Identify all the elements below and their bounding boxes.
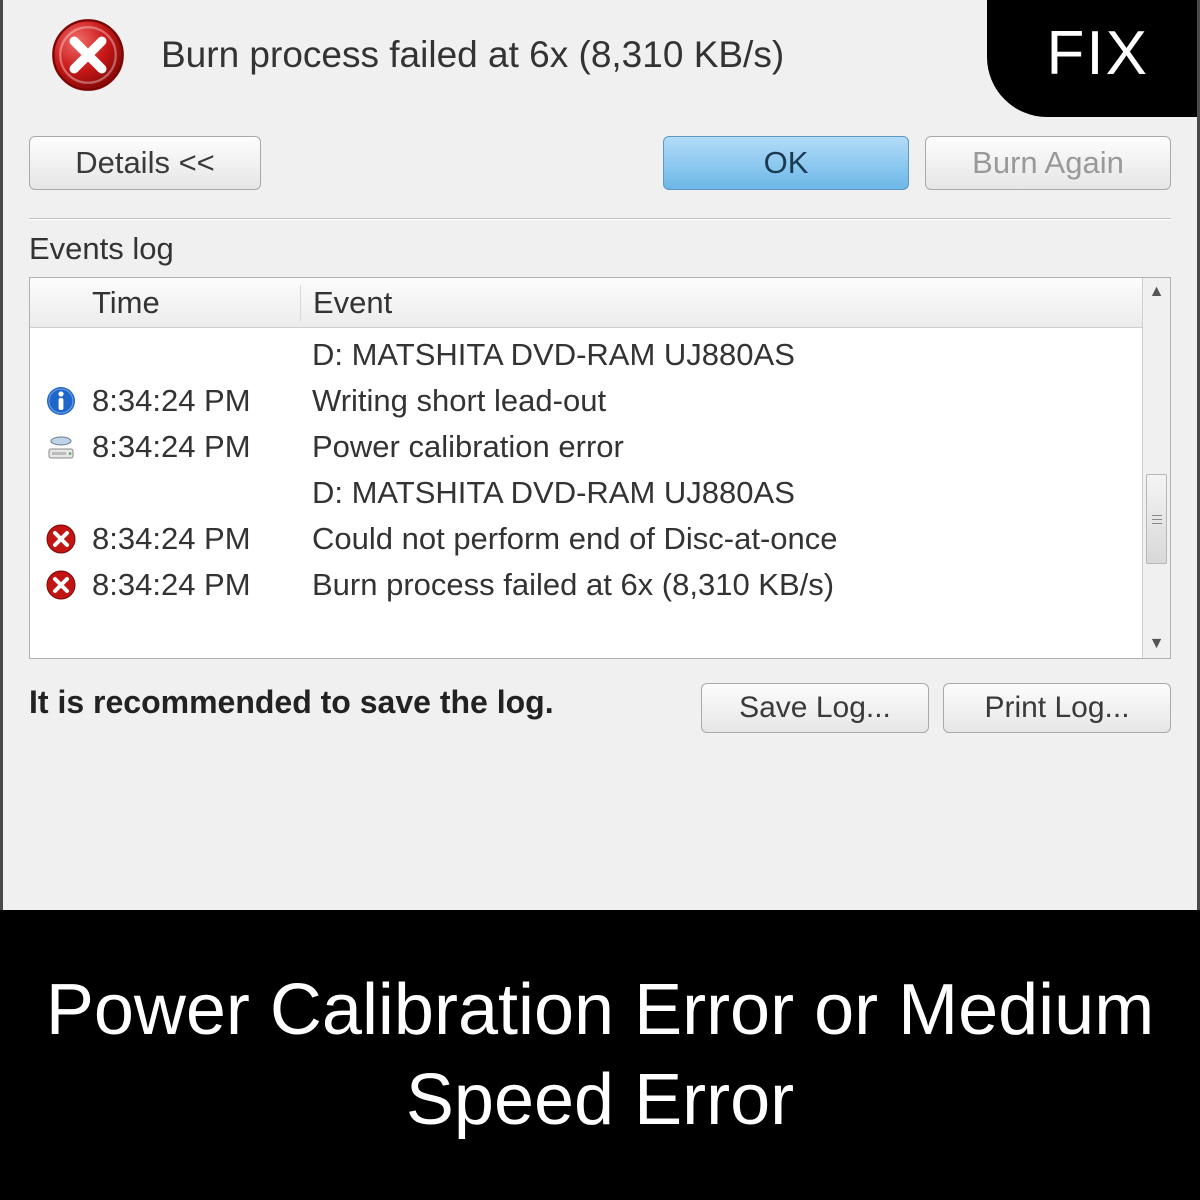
scroll-track[interactable] [1143,306,1170,630]
divider [29,218,1171,219]
details-button[interactable]: Details << [29,136,261,190]
log-event: Writing short lead-out [300,383,1142,419]
error-icon [30,523,92,555]
burn-again-button[interactable]: Burn Again [925,136,1171,190]
log-time: 8:34:24 PM [92,383,300,419]
events-log-label: Events log [29,231,1171,267]
column-header-time[interactable]: Time [92,285,300,321]
log-time: 8:34:24 PM [92,567,300,603]
scrollbar[interactable]: ▲ ▼ [1142,278,1170,658]
log-event: Burn process failed at 6x (8,310 KB/s) [300,567,1142,603]
scroll-thumb[interactable] [1146,474,1167,564]
log-row[interactable]: 8:34:24 PMCould not perform end of Disc-… [30,516,1142,562]
log-event: Could not perform end of Disc-at-once [300,521,1142,557]
log-event: D: MATSHITA DVD-RAM UJ880AS [300,337,1142,373]
log-header-row: Time Event [30,278,1142,328]
dialog-title: Burn process failed at 6x (8,310 KB/s) [161,34,784,76]
footer-row: It is recommended to save the log. Save … [29,683,1171,733]
button-row: Details << OK Burn Again [29,136,1171,190]
log-time: 8:34:24 PM [92,521,300,557]
events-log-panel: Time Event D: MATSHITA DVD-RAM UJ880AS8:… [29,277,1171,659]
log-row[interactable]: D: MATSHITA DVD-RAM UJ880AS [30,470,1142,516]
fix-badge: FIX [987,0,1197,117]
scroll-up-icon[interactable]: ▲ [1143,278,1170,306]
dialog-window: FIX Burn process failed at 6x (8,310 KB/… [0,0,1200,910]
caption: Power Calibration Error or Medium Speed … [0,910,1200,1200]
log-row[interactable]: 8:34:24 PMPower calibration error [30,424,1142,470]
log-time: 8:34:24 PM [92,429,300,465]
scroll-down-icon[interactable]: ▼ [1143,630,1170,658]
log-row[interactable]: 8:34:24 PMWriting short lead-out [30,378,1142,424]
error-icon [51,18,125,92]
print-log-button[interactable]: Print Log... [943,683,1171,733]
ok-button[interactable]: OK [663,136,909,190]
log-event: D: MATSHITA DVD-RAM UJ880AS [300,475,1142,511]
column-header-event[interactable]: Event [300,285,1142,321]
recommendation-text: It is recommended to save the log. [29,683,687,721]
drive-icon [30,431,92,463]
error-icon [30,569,92,601]
log-event: Power calibration error [300,429,1142,465]
log-row[interactable]: 8:34:24 PMBurn process failed at 6x (8,3… [30,562,1142,608]
log-row[interactable]: D: MATSHITA DVD-RAM UJ880AS [30,332,1142,378]
save-log-button[interactable]: Save Log... [701,683,929,733]
info-icon [30,385,92,417]
